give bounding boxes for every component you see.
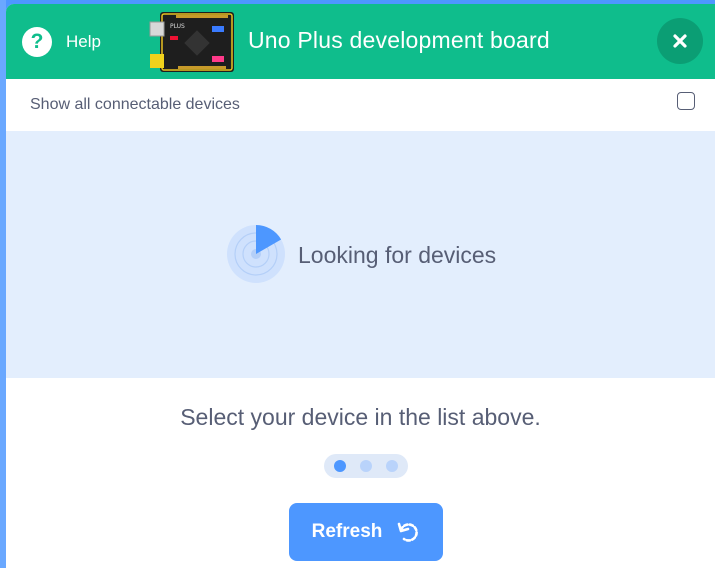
show-all-row: Show all connectable devices (6, 79, 715, 131)
svg-text:PLUS: PLUS (170, 23, 185, 30)
refresh-icon (398, 522, 419, 542)
instruction-text: Select your device in the list above. (180, 404, 541, 430)
help-button[interactable]: ? Help (22, 26, 101, 58)
refresh-label: Refresh (311, 521, 383, 542)
close-button[interactable] (657, 18, 703, 64)
refresh-button[interactable]: Refresh (289, 503, 443, 561)
step-indicator (324, 454, 408, 478)
modal-header: ? Help PLUS Uno Plus development board (6, 4, 715, 79)
radar-scan-icon (227, 225, 285, 283)
scan-status-text: Looking for devices (298, 242, 497, 268)
help-icon: ? (22, 27, 52, 57)
close-icon (673, 34, 687, 48)
board-image: PLUS (149, 12, 234, 72)
help-label: Help (66, 32, 101, 51)
show-all-label: Show all connectable devices (30, 96, 240, 113)
step-dot (386, 460, 398, 472)
step-dot (334, 460, 346, 472)
device-scan-area: Looking for devices (6, 131, 715, 378)
step-dot (360, 460, 372, 472)
show-all-checkbox[interactable] (677, 92, 695, 110)
connection-modal: ? Help PLUS Uno Plus development board S… (6, 4, 715, 568)
modal-title: Uno Plus development board (248, 27, 550, 53)
